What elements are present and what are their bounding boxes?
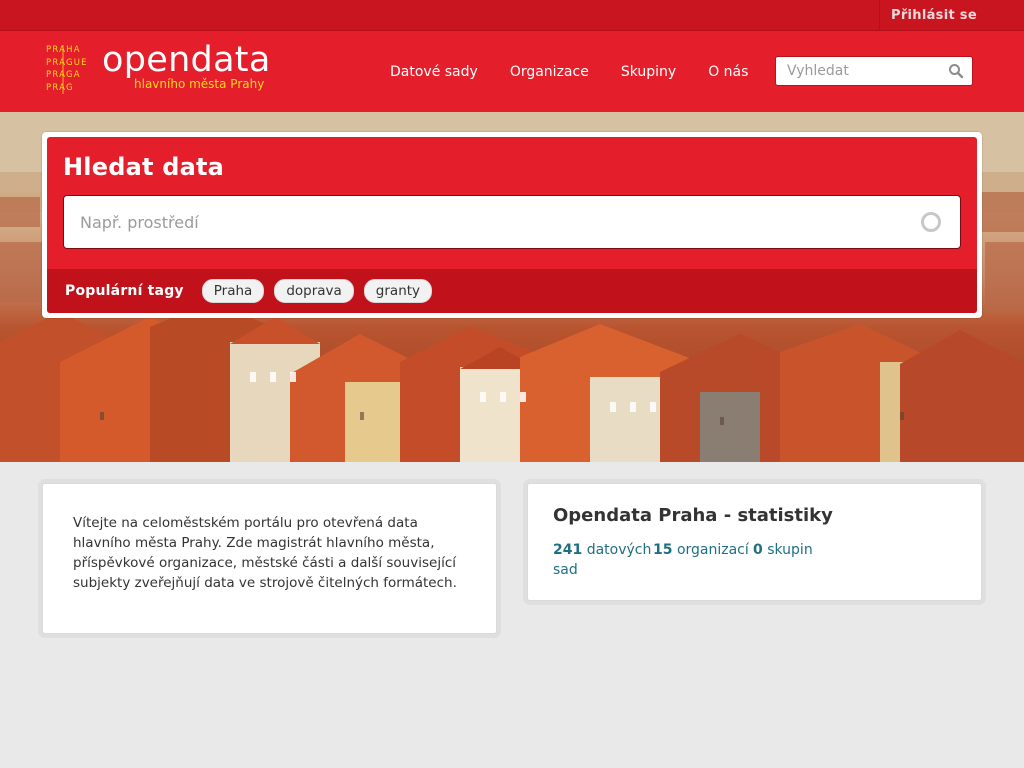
site-search-input[interactable]: [776, 57, 936, 85]
logo-subtitle: hlavního města Prahy: [134, 77, 265, 91]
tag-granty[interactable]: granty: [363, 279, 433, 303]
popular-tags: Populární tagy Praha doprava granty: [47, 269, 977, 313]
account-bar: Přihlásit se: [0, 0, 1024, 31]
stat-groups[interactable]: 0 skupin: [753, 540, 843, 580]
stat-groups-label: skupin: [767, 542, 813, 558]
search-module: Hledat data Populární tagy Praha doprava…: [42, 132, 982, 318]
nav-item-about[interactable]: O nás: [692, 62, 764, 82]
logo-mark-line: PRAGUE: [46, 57, 88, 68]
logo-title: opendata: [102, 40, 271, 80]
nav-item-datasets[interactable]: Datové sady: [374, 62, 494, 82]
stat-organizations[interactable]: 15 organizací: [653, 540, 753, 580]
logo-mark-line: PRAG: [46, 82, 74, 93]
site-logo[interactable]: PRAHA PRAGUE PRAGA PRAG opendata hlavníh…: [46, 40, 270, 100]
dataset-search: [63, 195, 961, 249]
main-nav: Datové sady Organizace Skupiny O nás: [374, 31, 764, 112]
stats-box: Opendata Praha - statistiky 241 datových…: [527, 483, 982, 601]
logo-mark-line: PRAHA: [46, 45, 81, 55]
site-search: [775, 56, 973, 86]
welcome-text: Vítejte na celoměstském portálu pro otev…: [73, 515, 457, 591]
nav-item-organizations[interactable]: Organizace: [494, 62, 605, 82]
stats-list: 241 datových sad 15 organizací 0 skupin: [553, 540, 843, 580]
search-icon[interactable]: [948, 63, 964, 79]
stat-organizations-label: organizací: [676, 542, 749, 558]
stats-title: Opendata Praha - statistiky: [553, 505, 833, 526]
tag-praha[interactable]: Praha: [201, 279, 265, 303]
logo-mark-line: PRAGA: [46, 70, 81, 80]
logo-mark: PRAHA PRAGUE PRAGA PRAG: [46, 44, 94, 96]
dataset-search-input[interactable]: [64, 196, 904, 248]
search-heading: Hledat data: [63, 153, 225, 181]
stat-groups-count: 0: [753, 542, 763, 558]
stat-organizations-count: 15: [653, 542, 673, 558]
login-link[interactable]: Přihlásit se: [879, 0, 1024, 31]
search-icon[interactable]: [920, 211, 942, 233]
stat-datasets-count: 241: [553, 542, 583, 558]
masthead: PRAHA PRAGUE PRAGA PRAG opendata hlavníh…: [0, 31, 1024, 112]
search-module-inner: Hledat data Populární tagy Praha doprava…: [47, 137, 977, 313]
popular-tags-label: Populární tagy: [65, 283, 184, 299]
stat-datasets[interactable]: 241 datových sad: [553, 540, 653, 580]
welcome-box: Vítejte na celoměstském portálu pro otev…: [42, 483, 497, 634]
tag-doprava[interactable]: doprava: [274, 279, 354, 303]
nav-item-groups[interactable]: Skupiny: [605, 62, 692, 82]
